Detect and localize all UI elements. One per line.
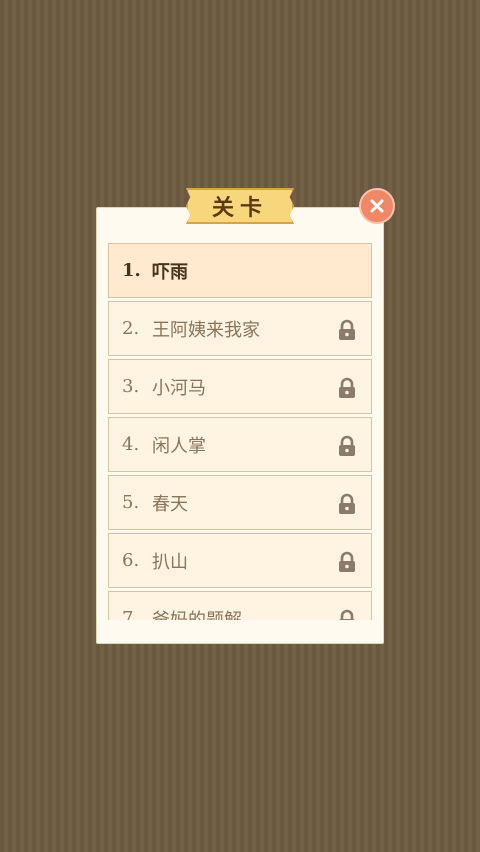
level-number: 4. [122, 434, 140, 455]
level-number: 6. [122, 550, 140, 571]
level-number: 5. [122, 492, 140, 513]
level-select-title: 关卡 [186, 188, 294, 224]
level-number: 3. [122, 376, 140, 397]
level-list[interactable]: 1. 吓雨 2. 王阿姨来我家 3. 小河马 4. 闲人掌 5. 春天 6. 扒… [108, 243, 372, 620]
level-item-2[interactable]: 2. 王阿姨来我家 [108, 301, 372, 356]
level-name: 闲人掌 [152, 435, 206, 457]
level-name: 扒山 [152, 551, 188, 573]
level-name: 吓雨 [152, 261, 188, 283]
level-item-3[interactable]: 3. 小河马 [108, 359, 372, 414]
level-item-6[interactable]: 6. 扒山 [108, 533, 372, 588]
level-number: 1. [122, 260, 141, 281]
level-name: 爸妈的题解 [152, 609, 242, 621]
level-item-7[interactable]: 7. 爸妈的题解 [108, 591, 372, 620]
lock-icon [339, 493, 355, 514]
lock-icon [339, 609, 355, 620]
level-item-1[interactable]: 1. 吓雨 [108, 243, 372, 298]
level-select-title-text: 关卡 [211, 196, 268, 221]
level-item-4[interactable]: 4. 闲人掌 [108, 417, 372, 472]
level-item-5[interactable]: 5. 春天 [108, 475, 372, 530]
level-name: 王阿姨来我家 [152, 319, 260, 341]
lock-icon [339, 435, 355, 456]
close-button[interactable] [359, 188, 395, 224]
level-name: 春天 [152, 493, 188, 515]
level-number: 7. [122, 608, 140, 620]
lock-icon [339, 377, 355, 398]
level-name: 小河马 [152, 377, 206, 399]
level-number: 2. [122, 318, 140, 339]
lock-icon [339, 551, 355, 572]
lock-icon [339, 319, 355, 340]
close-icon [370, 199, 384, 213]
